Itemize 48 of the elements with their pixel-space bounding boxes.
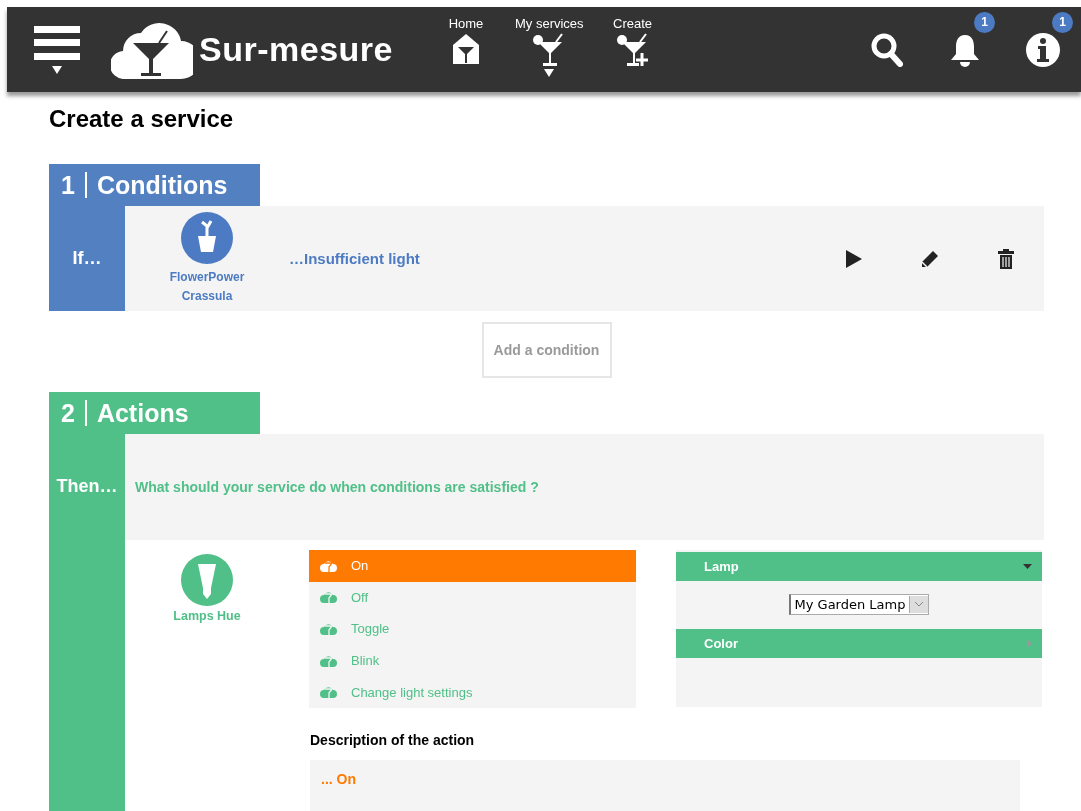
nav-item[interactable]: Create <box>609 15 656 84</box>
nav-item[interactable]: Home <box>442 15 489 84</box>
cloud-cocktail-icon <box>320 686 337 699</box>
plant-pot-icon <box>181 211 233 264</box>
section-title: Conditions <box>96 170 228 200</box>
accordion-header[interactable]: Color <box>676 629 1042 658</box>
action-label: Then… <box>49 434 125 811</box>
count-badge: 1 <box>1052 11 1073 33</box>
section-number: 2 <box>61 398 75 428</box>
action-description: ... On <box>310 760 1020 811</box>
edit-icon <box>920 248 940 269</box>
cocktail-plus-icon <box>615 32 650 67</box>
action-option[interactable]: On <box>309 550 636 582</box>
device-name: Lamps Hue <box>173 609 241 623</box>
search-icon <box>871 32 903 67</box>
accordion-title: Lamp <box>704 559 740 574</box>
light-bulb-icon <box>181 554 233 606</box>
cloud-cocktail-icon <box>320 559 337 572</box>
cloud-cocktail-icon <box>320 654 337 667</box>
section-number: 1 <box>61 170 75 200</box>
device-name: FlowerPower Crassula <box>168 268 246 305</box>
nav-item[interactable]: My services <box>514 15 584 84</box>
info-icon <box>1025 31 1061 68</box>
section-title: Actions <box>96 398 189 428</box>
house-cocktail-icon <box>451 32 480 65</box>
cloud-cocktail-logo-icon <box>111 20 193 79</box>
cloud-cocktail-icon <box>320 623 337 635</box>
accordion-header[interactable]: Lamp <box>676 552 1042 581</box>
action-question: What should your service do when conditions are satisfied ? <box>125 434 1044 540</box>
brand-name: Sur-mesure <box>199 30 393 69</box>
chevron-down-icon <box>914 601 925 607</box>
cloud-cocktail-icon <box>320 591 337 604</box>
page-title: Create a service <box>49 105 235 134</box>
caret-down-icon <box>1023 564 1032 569</box>
description-label: Description of the action <box>310 732 476 748</box>
caret-icon <box>52 65 62 74</box>
bell-icon <box>950 32 980 67</box>
add-condition-button[interactable]: Add a condition <box>481 322 612 378</box>
delete-icon <box>998 248 1014 269</box>
lamp-select[interactable]: My Garden Lamp <box>788 593 930 615</box>
count-badge: 1 <box>974 11 995 33</box>
caret-right-icon <box>1027 639 1032 648</box>
menu-button[interactable] <box>31 25 83 74</box>
accordion-title: Color <box>704 636 739 651</box>
condition-label: If… <box>49 206 125 311</box>
menu-icon <box>34 25 80 60</box>
play-icon <box>845 248 863 269</box>
condition-text: …Insufficient light <box>289 250 421 267</box>
